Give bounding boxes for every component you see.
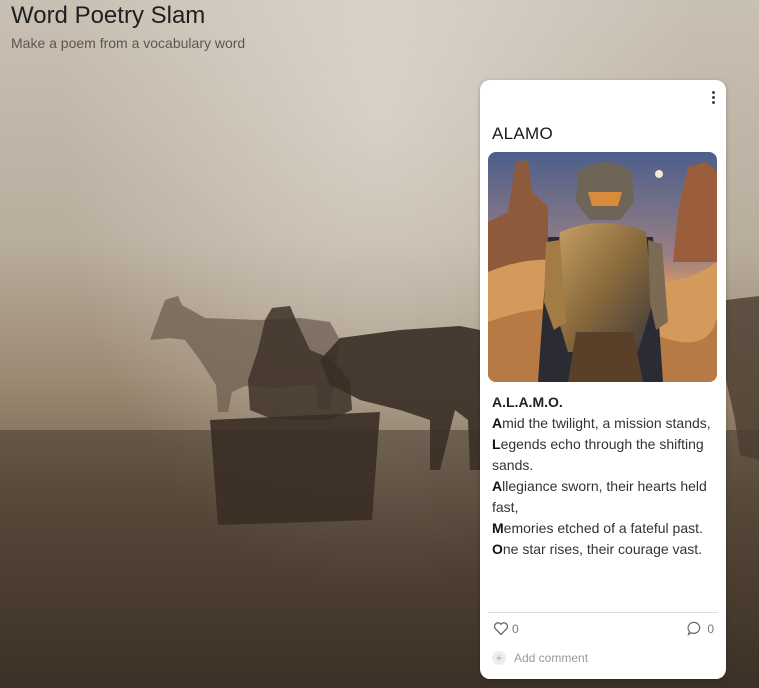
comments-count: 0	[707, 621, 714, 636]
poem-line: Amid the twilight, a mission stands,	[492, 415, 711, 431]
poem-text: A.L.A.M.O. Amid the twilight, a mission …	[492, 392, 720, 560]
add-comment-label: Add comment	[514, 651, 589, 665]
page-subtitle: Make a poem from a vocabulary word	[11, 35, 246, 51]
comment-bubble-icon	[687, 621, 701, 636]
poem-line: Allegiance sworn, their hearts held fast…	[492, 478, 707, 515]
poem-image[interactable]	[488, 152, 717, 382]
comments-button[interactable]: 0	[687, 621, 714, 636]
poem-line: Legends echo through the shifting sands.	[492, 436, 704, 473]
plus-circle-icon: +	[492, 651, 506, 665]
add-comment-button[interactable]: + Add comment	[492, 651, 588, 665]
poem-line: One star rises, their courage vast.	[492, 541, 703, 557]
poem-card: ALAMO A.L.A.M.O. Amid the twilight, a mi…	[480, 80, 726, 679]
likes-count: 0	[512, 621, 519, 636]
more-vertical-icon[interactable]	[708, 88, 718, 106]
heart-icon	[493, 622, 509, 636]
knight-illustration	[488, 152, 717, 382]
like-button[interactable]: 0	[493, 621, 519, 636]
page-title: Word Poetry Slam	[11, 2, 206, 29]
poem-title: A.L.A.M.O.	[492, 394, 563, 410]
vocabulary-word: ALAMO	[492, 124, 554, 143]
page-header: Word Poetry Slam Make a poem from a voca…	[11, 2, 245, 51]
card-divider	[488, 612, 718, 613]
poem-line: Memories etched of a fateful past.	[492, 520, 703, 536]
